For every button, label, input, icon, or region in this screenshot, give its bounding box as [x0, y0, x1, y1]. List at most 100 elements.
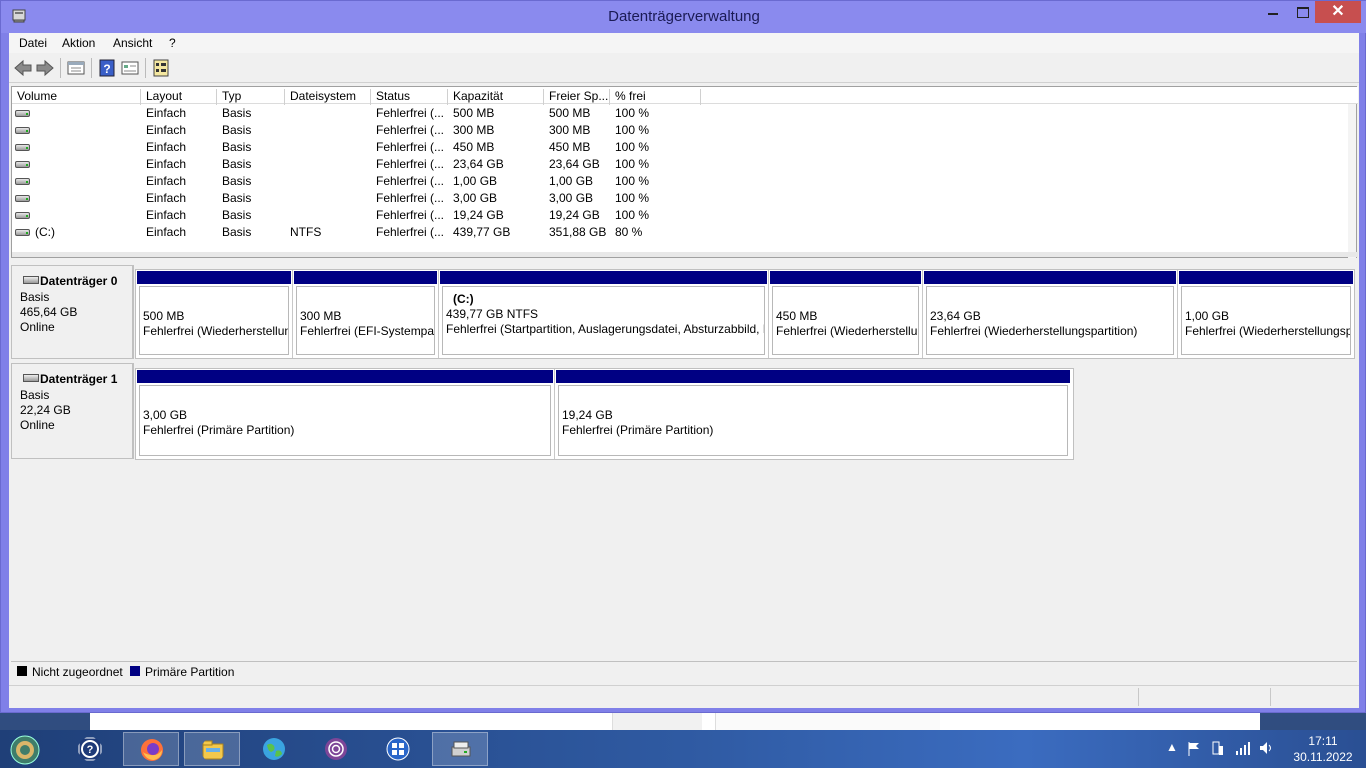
minimize-button[interactable]: [1259, 1, 1289, 23]
menu-bar: Datei Aktion Ansicht ?: [9, 33, 1359, 53]
taskbar-file-explorer[interactable]: [184, 732, 240, 766]
table-row[interactable]: Einfach Basis Fehlerfrei (... 23,64 GB 2…: [12, 156, 1352, 173]
taskbar-firefox[interactable]: [123, 732, 179, 766]
taskbar-control-panel[interactable]: [370, 732, 426, 766]
settings-checklist-icon[interactable]: [151, 58, 171, 78]
properties-icon[interactable]: [66, 58, 86, 78]
partition-300mb-efi[interactable]: 300 MB Fehlerfrei (EFI-Systempartition): [293, 270, 439, 358]
partition-19gb[interactable]: 19,24 GB Fehlerfrei (Primäre Partition): [555, 369, 1071, 459]
help-icon[interactable]: ?: [97, 58, 117, 78]
menu-ansicht[interactable]: Ansicht: [113, 36, 152, 50]
taskbar-network[interactable]: [246, 732, 302, 766]
table-row[interactable]: Einfach Basis Fehlerfrei (... 19,24 GB 1…: [12, 207, 1352, 224]
table-row[interactable]: Einfach Basis Fehlerfrei (... 3,00 GB 3,…: [12, 190, 1352, 207]
hard-disk-icon: [23, 374, 39, 382]
disk-0-type: Basis: [20, 290, 50, 304]
clock[interactable]: 17:11 30.11.2022: [1290, 733, 1356, 765]
client-area: Datei Aktion Ansicht ? ? Volume Layout T…: [9, 33, 1359, 708]
toolbar: ?: [9, 53, 1359, 83]
drive-icon: [15, 127, 30, 134]
vertical-scrollbar[interactable]: [1348, 104, 1356, 258]
disk-1-label[interactable]: Datenträger 1 Basis 22,24 GB Online: [11, 363, 134, 459]
drive-icon: [15, 229, 30, 236]
legend-unallocated: Nicht zugeordnet: [32, 665, 123, 679]
table-row[interactable]: Einfach Basis Fehlerfrei (... 300 MB 300…: [12, 122, 1352, 139]
title-bar: Datenträgerverwaltung ✕: [1, 1, 1366, 33]
taskbar: ? ▲ 17:11 30.11.2022: [0, 730, 1366, 768]
column-header-typ[interactable]: Typ: [217, 89, 285, 105]
svg-text:?: ?: [87, 744, 94, 756]
column-header-layout[interactable]: Layout: [141, 89, 217, 105]
status-cell: [1270, 688, 1359, 706]
horizontal-scrollbar[interactable]: [12, 252, 1358, 257]
window-title: Datenträgerverwaltung: [608, 8, 760, 25]
disk-graphical-view: Datenträger 0 Basis 465,64 GB Online 500…: [11, 265, 1357, 678]
status-cell: [1138, 688, 1270, 706]
legend-primary: Primäre Partition: [145, 665, 235, 679]
clock-date: 30.11.2022: [1293, 750, 1353, 764]
partition-500mb[interactable]: 500 MB Fehlerfrei (Wiederherstellungspar…: [136, 270, 293, 358]
disk-management-icon: [451, 741, 471, 757]
menu-aktion[interactable]: Aktion: [62, 36, 95, 50]
disk-0-label[interactable]: Datenträger 0 Basis 465,64 GB Online: [11, 265, 134, 359]
partition-1gb[interactable]: 1,00 GB Fehlerfrei (Wiederherstellungspa…: [1178, 270, 1354, 358]
partition-23gb[interactable]: 23,64 GB Fehlerfrei (Wiederherstellungsp…: [923, 270, 1178, 358]
tray-expand-icon[interactable]: ▲: [1166, 740, 1178, 754]
column-header-kapazitaet[interactable]: Kapazität: [448, 89, 544, 105]
drive-icon: [15, 144, 30, 151]
disk-0-size: 465,64 GB: [20, 305, 78, 319]
start-button[interactable]: [0, 732, 56, 766]
start-orb-icon: [10, 735, 40, 765]
taskbar-help[interactable]: ?: [62, 732, 118, 766]
menu-datei[interactable]: Datei: [19, 36, 47, 50]
taskbar-tor[interactable]: [308, 732, 364, 766]
table-row[interactable]: Einfach Basis Fehlerfrei (... 450 MB 450…: [12, 139, 1352, 156]
table-row[interactable]: Einfach Basis Fehlerfrei (... 500 MB 500…: [12, 105, 1352, 122]
column-header-prozent-frei[interactable]: % frei: [610, 89, 701, 105]
menu-help[interactable]: ?: [169, 36, 176, 50]
close-button[interactable]: ✕: [1315, 1, 1361, 23]
help-icon: ?: [78, 737, 102, 761]
table-row[interactable]: (C:) Einfach Basis NTFS Fehlerfrei (... …: [12, 224, 1352, 241]
column-header-volume[interactable]: Volume: [12, 89, 141, 105]
volume-list: Volume Layout Typ Dateisystem Status Kap…: [11, 86, 1358, 258]
disk-0-state: Online: [20, 320, 55, 334]
drive-icon: [15, 161, 30, 168]
action-center-flag-icon[interactable]: [1187, 741, 1201, 757]
view-details-icon[interactable]: [120, 58, 140, 78]
disk-0-partitions: 500 MB Fehlerfrei (Wiederherstellungspar…: [135, 269, 1355, 359]
network-signal-icon[interactable]: [1235, 740, 1251, 756]
disk-1-name: Datenträger 1: [40, 372, 118, 386]
disk-1-type: Basis: [20, 388, 50, 402]
column-header-dateisystem[interactable]: Dateisystem: [285, 89, 371, 105]
drive-icon: [15, 178, 30, 185]
forward-arrow-icon[interactable]: [35, 58, 55, 78]
maximize-button[interactable]: [1287, 1, 1317, 23]
taskbar-disk-management[interactable]: [432, 732, 488, 766]
firefox-icon: [141, 739, 163, 761]
hard-disk-icon: [23, 276, 39, 284]
column-header-status[interactable]: Status: [371, 89, 448, 105]
table-row[interactable]: Einfach Basis Fehlerfrei (... 1,00 GB 1,…: [12, 173, 1352, 190]
device-sync-icon[interactable]: [1211, 740, 1225, 758]
partition-450mb[interactable]: 450 MB Fehlerfrei (Wiederherstellungspar…: [769, 270, 923, 358]
status-bar: [9, 685, 1359, 707]
legend-swatch-primary: [130, 666, 140, 676]
volume-list-header: Volume Layout Typ Dateisystem Status Kap…: [12, 87, 1358, 105]
clock-time: 17:11: [1308, 734, 1338, 748]
drive-icon: [15, 110, 30, 117]
tor-browser-icon: [325, 738, 347, 760]
partition-3gb[interactable]: 3,00 GB Fehlerfrei (Primäre Partition): [136, 369, 555, 459]
legend: Nicht zugeordnet Primäre Partition: [11, 661, 1357, 681]
disk-1-partitions: 3,00 GB Fehlerfrei (Primäre Partition) 1…: [135, 368, 1074, 460]
column-header-freier-speicher[interactable]: Freier Sp...: [544, 89, 610, 105]
pane-splitter[interactable]: [9, 259, 1359, 264]
drive-icon: [15, 195, 30, 202]
control-panel-icon: [386, 737, 410, 761]
disk-1-state: Online: [20, 418, 55, 432]
file-explorer-icon: [202, 740, 224, 760]
network-globe-icon: [263, 738, 285, 760]
partition-c-drive[interactable]: (C:) 439,77 GB NTFS Fehlerfrei (Startpar…: [439, 270, 769, 358]
volume-speaker-icon[interactable]: [1259, 740, 1275, 756]
back-arrow-icon[interactable]: [13, 58, 33, 78]
